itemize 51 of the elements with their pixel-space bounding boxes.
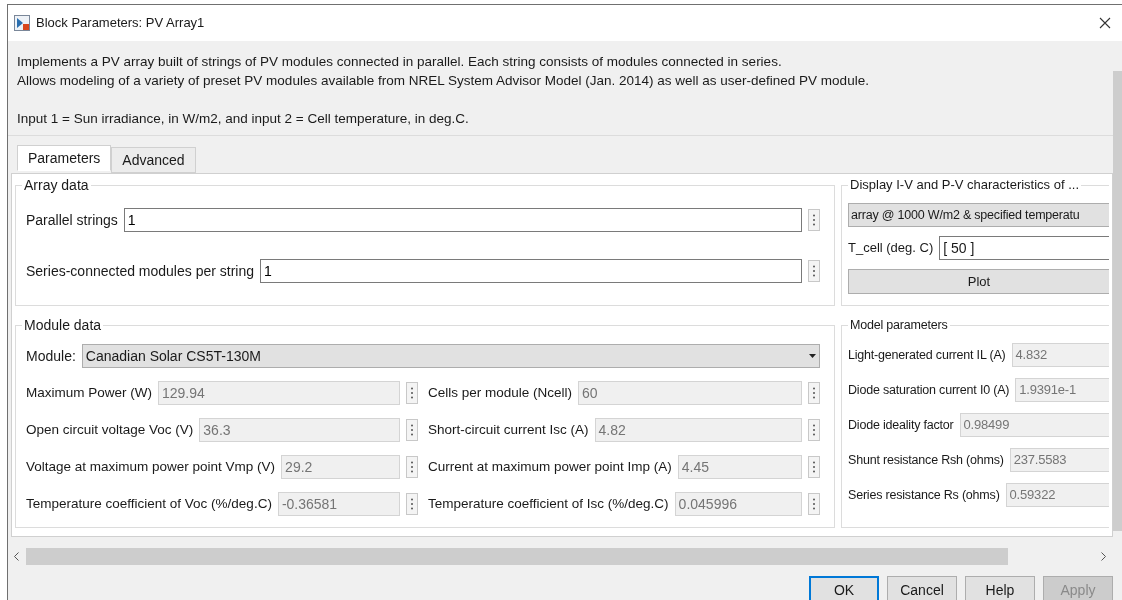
description-text: Implements a PV array built of strings of PV modules connected in parallel. Each string consists of modules connected in series. [17, 53, 783, 71]
field-label: Light-generated current IL (A) [848, 346, 1006, 364]
description-text: Input 1 = Sun irradiance, in W/m2, and input 2 = Cell temperature, in deg.C. [17, 110, 470, 128]
vertical-scrollbar[interactable] [1113, 41, 1122, 600]
field-label: Maximum Power (W) [26, 383, 152, 402]
parameter-menu-button[interactable] [808, 260, 820, 282]
group-title: Array data [22, 176, 91, 194]
field-label: Voltage at maximum power point Vmp (V) [26, 457, 276, 476]
characteristics-dropdown[interactable]: array @ 1000 W/m2 & specified temperatu [848, 203, 1109, 227]
block-icon [14, 15, 30, 31]
scroll-right-icon [1101, 552, 1106, 561]
parameter-menu-button[interactable] [808, 419, 820, 441]
field-label: Series-connected modules per string [26, 261, 254, 281]
field-label: Short-circuit current Isc (A) [428, 420, 589, 439]
module-dropdown[interactable]: Canadian Solar CS5T-130M [81, 344, 820, 368]
scrollbar-thumb[interactable] [1113, 71, 1122, 531]
input-field[interactable]: [ 50 ] [939, 236, 1109, 260]
parameter-menu-button[interactable] [808, 382, 820, 404]
field-label: T_cell (deg. C) [848, 239, 934, 258]
field-label: Module: [26, 346, 76, 366]
caret-icon [809, 354, 816, 358]
close-icon [1099, 17, 1111, 29]
field-label: Open circuit voltage Voc (V) [26, 420, 194, 439]
tab[interactable]: Parameters [17, 145, 112, 171]
scrollbar-thumb[interactable] [26, 548, 1008, 565]
parameter-menu-button[interactable] [406, 493, 418, 515]
input-field[interactable]: 1 [123, 208, 802, 232]
description-text: Allows modeling of a variety of preset PV modules available from NREL System Advisor Model (Jan. 2014) as well as user-defined PV module. [17, 72, 870, 90]
window-title: Block Parameters: PV Array1 [36, 14, 205, 33]
field-label: Diode ideality factor [848, 416, 954, 434]
dialog-button[interactable]: Cancel [887, 576, 957, 600]
parameter-menu-button[interactable] [406, 419, 418, 441]
field-label: Series resistance Rs (ohms) [848, 486, 1000, 504]
field-label: Temperature coefficient of Voc (%/deg.C) [26, 494, 272, 513]
field-label: Diode saturation current I0 (A) [848, 381, 1010, 399]
parameter-menu-button[interactable] [808, 456, 820, 478]
dialog-button[interactable]: Help [965, 576, 1035, 600]
dialog-button[interactable]: OK [809, 576, 879, 600]
field-label: Parallel strings [26, 210, 118, 230]
tab[interactable]: Advanced [111, 147, 196, 173]
parameter-menu-button[interactable] [406, 382, 418, 404]
field-label: Current at maximum power point Imp (A) [428, 457, 672, 476]
field-label: Shunt resistance Rsh (ohms) [848, 451, 1004, 469]
parameter-menu-button[interactable] [808, 493, 820, 515]
field-label: Cells per module (Ncell) [428, 383, 573, 402]
parameter-menu-button[interactable] [808, 209, 820, 231]
input-field[interactable]: 1 [260, 259, 802, 283]
plot-button[interactable]: Plot [848, 269, 1109, 294]
field-label: Temperature coefficient of Isc (%/deg.C) [428, 494, 669, 513]
scroll-left-icon [14, 552, 19, 561]
parameter-menu-button[interactable] [406, 456, 418, 478]
